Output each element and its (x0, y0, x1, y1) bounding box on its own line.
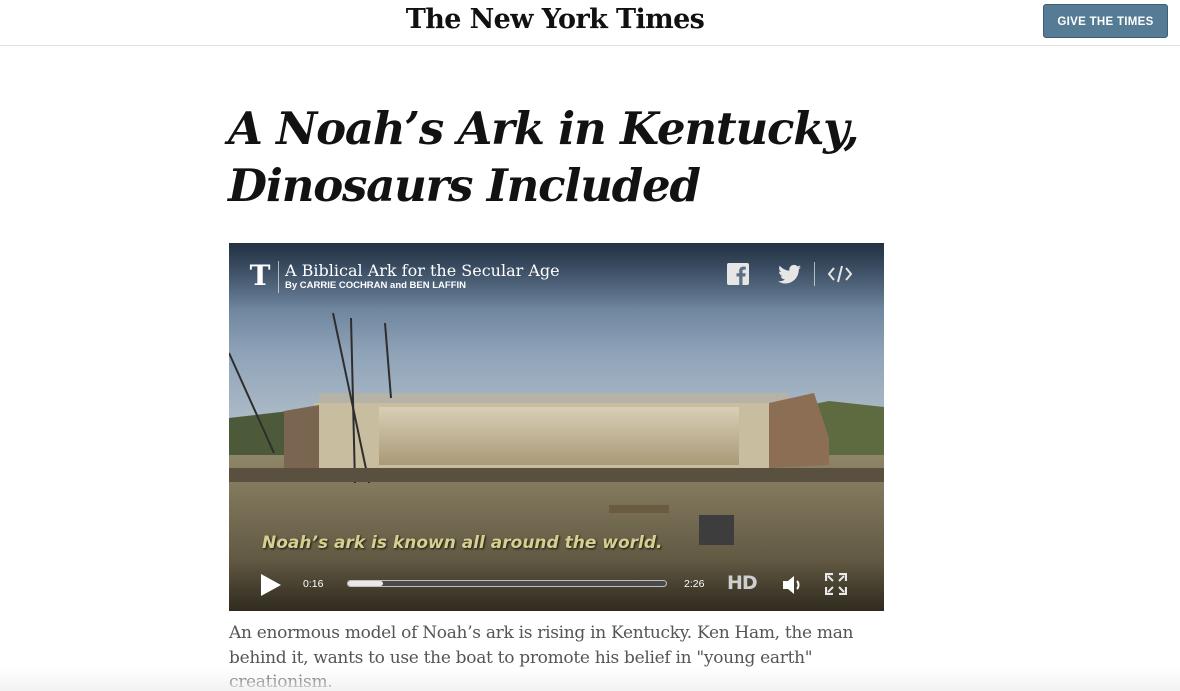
facebook-icon[interactable] (726, 262, 750, 286)
nyt-masthead-logo[interactable]: The New York Times (0, 4, 1110, 35)
embed-icon[interactable] (827, 262, 853, 286)
header-divider (278, 261, 279, 293)
progress-bar[interactable] (347, 580, 667, 587)
hd-toggle-button[interactable]: HD (727, 572, 758, 594)
fullscreen-icon[interactable] (825, 573, 847, 595)
play-icon[interactable] (257, 572, 283, 598)
top-bar: The New York Times GIVE THE TIMES (0, 0, 1180, 46)
duration: 2:26 (684, 578, 705, 590)
video-caption: An enormous model of Noah’s ark is risin… (229, 623, 854, 691)
nyt-t-logo: T (249, 259, 271, 292)
player-header: T A Biblical Ark for the Secular Age By … (229, 243, 884, 309)
video-title[interactable]: A Biblical Ark for the Secular Age (285, 261, 560, 280)
give-the-times-button[interactable]: GIVE THE TIMES (1043, 4, 1168, 38)
video-controls: 0:16 2:26 HD (229, 561, 884, 611)
video-player[interactable]: T A Biblical Ark for the Secular Age By … (229, 243, 884, 611)
progress-fill (348, 581, 383, 586)
video-byline: By CARRIE COCHRAN and BEN LAFFIN (285, 280, 467, 291)
article-headline: A Noah’s Ark in Kentucky, Dinosaurs Incl… (228, 102, 859, 212)
twitter-icon[interactable] (777, 262, 803, 286)
volume-icon[interactable] (781, 574, 805, 596)
video-subtitle: Noah’s ark is known all around the world… (262, 533, 663, 553)
current-time: 0:16 (303, 578, 324, 590)
share-divider (814, 262, 815, 286)
